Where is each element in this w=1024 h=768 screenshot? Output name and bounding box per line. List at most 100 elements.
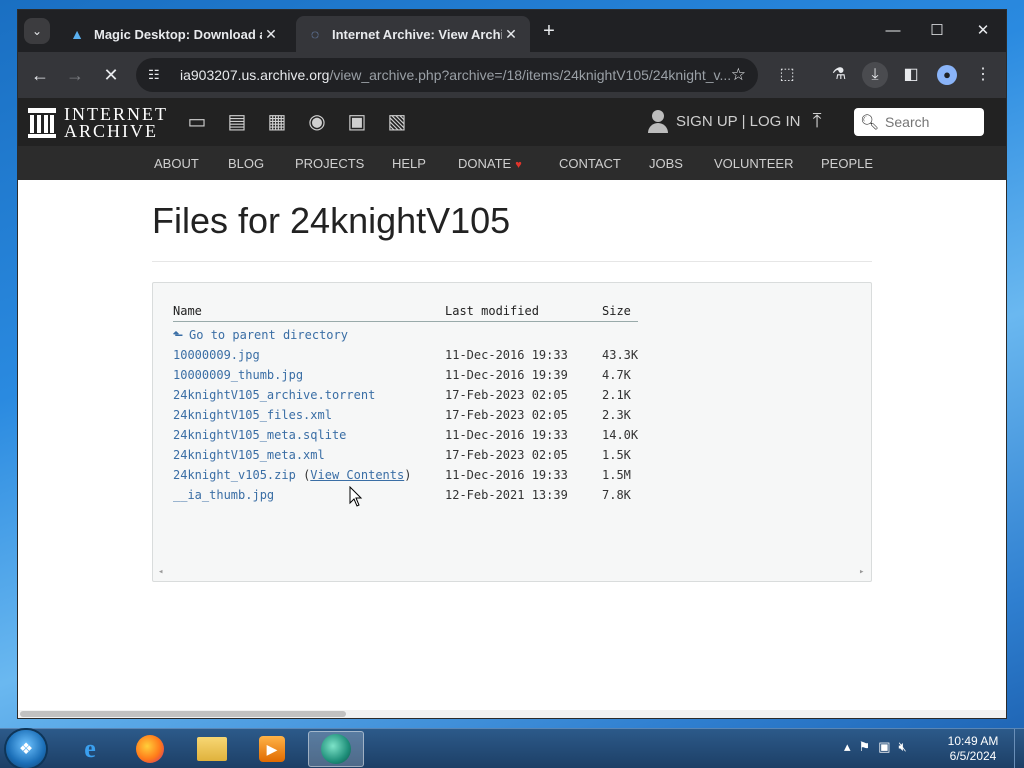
loading-spinner-icon: ◌ — [310, 26, 320, 42]
taskbar-internet-explorer[interactable]: e — [62, 731, 118, 767]
address-bar[interactable]: ☷ ia903207.us.archive.org /view_archive.… — [136, 58, 758, 92]
logo-line-2: ARCHIVE — [64, 121, 158, 141]
close-window-button[interactable]: ✕ — [968, 18, 998, 44]
table-row: 10000009.jpg 11-Dec-2016 19:33 43.3K — [153, 348, 853, 366]
tab-search-button[interactable]: ⌄ — [24, 18, 50, 44]
heart-icon: ♥ — [515, 159, 522, 171]
file-name-cell: 24knight_v105.zip (View Contents) — [173, 468, 411, 482]
file-modified: 17-Feb-2023 02:05 — [445, 448, 568, 462]
wizard-hat-icon: ▲ — [70, 26, 84, 42]
action-center-flag-icon[interactable]: ⚑ — [859, 739, 871, 755]
file-link[interactable]: 24knightV105_files.xml — [173, 408, 332, 422]
url-host: ia903207.us.archive.org — [180, 67, 330, 83]
file-listing: Name Last modified Size ⬑ Go to parent di… — [152, 282, 872, 582]
taskbar-media-player[interactable]: ▶ — [244, 731, 300, 767]
extensions-puzzle-icon[interactable]: ⬚ — [774, 62, 800, 88]
file-size: 43.3K — [602, 348, 639, 362]
scrollbar-thumb[interactable] — [20, 711, 346, 717]
show-hidden-icons-icon[interactable]: ▴ — [844, 739, 851, 755]
signup-login-link[interactable]: SIGN UP | LOG IN — [676, 113, 800, 130]
header-size[interactable]: Size — [602, 304, 631, 318]
close-tab-icon[interactable]: ✕ — [502, 26, 520, 43]
audio-icon[interactable]: ◉ — [304, 110, 330, 134]
ia-search-box[interactable]: 🔍︎ — [854, 108, 984, 136]
file-link[interactable]: 24knightV105_meta.xml — [173, 448, 325, 462]
video-icon[interactable]: ▦ — [264, 110, 290, 134]
taskbar-file-explorer[interactable] — [184, 731, 240, 767]
nav-people[interactable]: PEOPLE — [821, 156, 873, 171]
file-size: 1.5M — [602, 468, 631, 482]
media-player-icon: ▶ — [259, 736, 285, 762]
user-icon[interactable] — [648, 110, 668, 134]
horizontal-scrollbar[interactable] — [18, 710, 1006, 718]
texts-icon[interactable]: ▤ — [224, 110, 250, 134]
table-row: 24knightV105_meta.sqlite 11-Dec-2016 19:… — [153, 428, 853, 446]
nav-about[interactable]: ABOUT — [154, 156, 199, 171]
profile-avatar-icon[interactable]: ● — [934, 62, 960, 88]
nav-volunteer[interactable]: VOLUNTEER — [714, 156, 793, 171]
file-size: 1.5K — [602, 448, 631, 462]
header-name[interactable]: Name — [173, 304, 202, 318]
scroll-right-icon[interactable]: ▸ — [859, 567, 864, 577]
nav-contact[interactable]: CONTACT — [559, 156, 621, 171]
labs-flask-icon[interactable]: ⚗ — [826, 62, 852, 88]
ia-header: INTERNET ARCHIVE ▭ ▤ ▦ ◉ ▣ ▧ SIGN UP | L… — [18, 98, 1006, 146]
parent-directory-link[interactable]: ⬑ Go to parent directory — [173, 328, 348, 342]
taskbar-magic-desktop[interactable] — [308, 731, 364, 767]
web-icon[interactable]: ▭ — [184, 110, 210, 134]
browser-toolbar: ← → ✕ ☷ ia903207.us.archive.org /view_ar… — [18, 52, 1006, 98]
maximize-window-button[interactable]: ☐ — [922, 18, 952, 44]
show-desktop-button[interactable] — [1014, 729, 1024, 768]
nav-projects[interactable]: PROJECTS — [295, 156, 364, 171]
file-size: 14.0K — [602, 428, 639, 442]
header-rule — [173, 321, 638, 322]
ia-logo[interactable]: INTERNET ARCHIVE — [28, 105, 168, 141]
scroll-left-icon[interactable]: ◂ — [158, 567, 163, 577]
browser-menu-icon[interactable]: ⋮ — [970, 62, 996, 88]
forward-button[interactable]: → — [62, 62, 88, 88]
stop-loading-button[interactable]: ✕ — [98, 62, 124, 88]
start-button[interactable]: ❖ — [6, 730, 46, 768]
software-icon[interactable]: ▣ — [344, 110, 370, 134]
downloads-icon[interactable]: ⤓ — [862, 62, 888, 88]
upload-icon[interactable]: ⤒ — [806, 110, 828, 134]
nav-blog[interactable]: BLOG — [228, 156, 264, 171]
tab-magic-desktop[interactable]: ▲ Magic Desktop: Download and ✕ — [58, 16, 290, 52]
site-info-icon[interactable]: ☷ — [148, 67, 168, 83]
title-divider — [152, 261, 872, 262]
file-link[interactable]: 24knightV105_archive.torrent — [173, 388, 375, 402]
back-button[interactable]: ← — [27, 62, 53, 88]
system-clock[interactable]: 10:49 AM 6/5/2024 — [938, 734, 1008, 764]
file-link[interactable]: 10000009_thumb.jpg — [173, 368, 303, 382]
file-link[interactable]: __ia_thumb.jpg — [173, 488, 274, 502]
new-tab-button[interactable]: + — [538, 20, 560, 42]
bookmark-star-icon[interactable]: ☆ — [731, 65, 746, 85]
windows-logo-icon: ❖ — [18, 741, 34, 758]
header-last-modified[interactable]: Last modified — [445, 304, 539, 318]
close-tab-icon[interactable]: ✕ — [262, 26, 280, 43]
parent-directory-label: Go to parent directory — [189, 328, 348, 342]
volume-muted-icon[interactable]: 🔇︎ — [898, 739, 906, 755]
file-size: 2.1K — [602, 388, 631, 402]
table-row: 24knightV105_files.xml 17-Feb-2023 02:05… — [153, 408, 853, 426]
images-icon[interactable]: ▧ — [384, 110, 410, 134]
nav-jobs[interactable]: JOBS — [649, 156, 683, 171]
file-modified: 11-Dec-2016 19:33 — [445, 428, 568, 442]
search-input[interactable] — [885, 114, 978, 130]
table-row: 24knightV105_meta.xml 17-Feb-2023 02:05 … — [153, 448, 853, 466]
tab-strip: ⌄ ▲ Magic Desktop: Download and ✕ ◌ Inte… — [18, 10, 1006, 52]
file-size: 7.8K — [602, 488, 631, 502]
minimize-window-button[interactable]: — — [878, 18, 908, 44]
view-contents-link[interactable]: View Contents — [310, 468, 404, 482]
file-link[interactable]: 24knightV105_meta.sqlite — [173, 428, 346, 442]
taskbar-firefox[interactable] — [122, 731, 178, 767]
file-link[interactable]: 10000009.jpg — [173, 348, 260, 362]
nav-donate[interactable]: DONATE ♥ — [458, 156, 522, 171]
system-tray: ▴ ⚑ ▣ 🔇︎ — [844, 739, 907, 755]
side-panel-icon[interactable]: ◧ — [898, 62, 924, 88]
file-link[interactable]: 24knight_v105.zip — [173, 468, 296, 482]
tab-internet-archive[interactable]: ◌ Internet Archive: View Archive ✕ — [296, 16, 530, 52]
nav-help[interactable]: HELP — [392, 156, 426, 171]
network-icon[interactable]: ▣ — [878, 739, 890, 755]
table-row: 10000009_thumb.jpg 11-Dec-2016 19:39 4.7… — [153, 368, 853, 386]
